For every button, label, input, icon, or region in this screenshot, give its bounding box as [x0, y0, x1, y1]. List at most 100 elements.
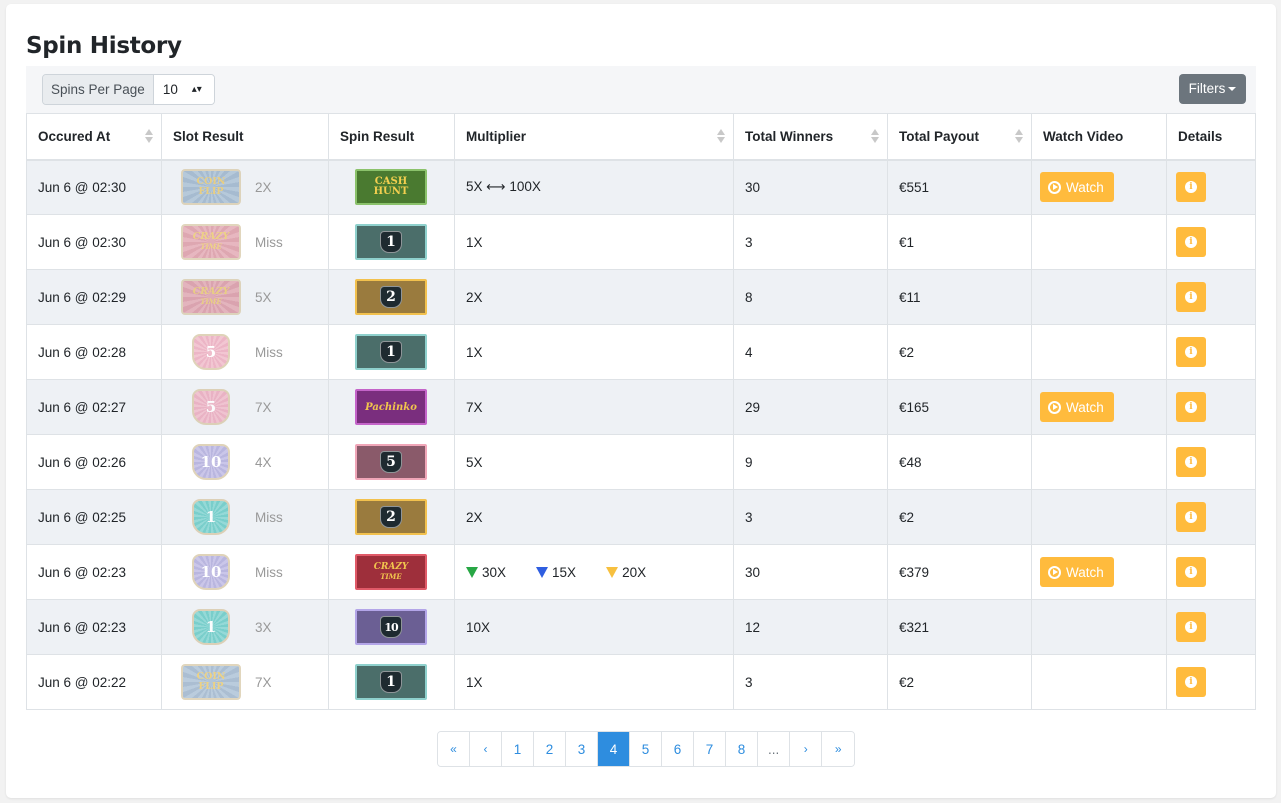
details-cell: i: [1166, 654, 1256, 710]
first-page-button[interactable]: «: [438, 732, 470, 766]
sort-icon[interactable]: [871, 129, 879, 145]
watch-video-cell: [1031, 599, 1167, 655]
sort-icon[interactable]: [717, 129, 725, 145]
watch-button[interactable]: Watch: [1040, 557, 1114, 587]
flapper-triangle-icon: [536, 566, 549, 578]
spin-result-cell: 5: [328, 434, 455, 490]
total-winners: 3: [745, 674, 753, 690]
page-3-button[interactable]: 3: [566, 732, 598, 766]
spin-result-cell: Pachinko: [328, 379, 455, 435]
watch-video-cell: [1031, 654, 1167, 710]
sort-icon[interactable]: [1015, 129, 1023, 145]
details-cell: i: [1166, 379, 1256, 435]
number-1-slot-icon: 1: [192, 609, 230, 645]
page-1-button[interactable]: 1: [502, 732, 534, 766]
total-payout-cell: €165: [887, 379, 1032, 435]
details-button[interactable]: i: [1176, 392, 1206, 422]
occurred-at-cell: Jun 6 @ 02:25: [26, 489, 162, 545]
details-button[interactable]: i: [1176, 227, 1206, 257]
page-8-button[interactable]: 8: [726, 732, 758, 766]
page-6-button[interactable]: 6: [662, 732, 694, 766]
crazy-time-spin-icon: CRAZY TIME: [355, 554, 427, 590]
total-winners: 29: [745, 399, 761, 415]
total-winners-cell: 8: [733, 269, 888, 325]
watch-video-cell: [1031, 434, 1167, 490]
occurred-at: Jun 6 @ 02:26: [38, 454, 127, 470]
slot-number: 5: [205, 398, 217, 416]
total-payout: €551: [899, 179, 930, 195]
total-winners-cell: 29: [733, 379, 888, 435]
watch-button[interactable]: Watch: [1040, 172, 1114, 203]
header-multiplier[interactable]: Multiplier: [454, 113, 734, 161]
total-winners: 30: [745, 564, 761, 580]
total-payout-cell: €379: [887, 544, 1032, 600]
table-row: Jun 6 @ 02:23 1 3X 10 10X 12 €321 i: [26, 599, 1256, 655]
prev-page-button[interactable]: ‹: [470, 732, 502, 766]
slot-number: 1: [205, 508, 217, 526]
details-cell: i: [1166, 599, 1256, 655]
number-5-spin-icon: 5: [355, 444, 427, 480]
spin-result-cell: 2: [328, 269, 455, 325]
watch-video-cell: Watch: [1031, 159, 1167, 215]
spin-result-cell: 1: [328, 324, 455, 380]
total-winners-cell: 30: [733, 544, 888, 600]
page-5-button[interactable]: 5: [630, 732, 662, 766]
number-1-slot-icon: 1: [192, 499, 230, 535]
slot-result-text: Miss: [255, 564, 283, 580]
page-2-button[interactable]: 2: [534, 732, 566, 766]
spins-per-page-select[interactable]: 10 ▴▾: [153, 75, 214, 104]
details-button[interactable]: i: [1176, 667, 1206, 697]
details-button[interactable]: i: [1176, 612, 1206, 642]
header-occured-at[interactable]: Occured At: [26, 113, 162, 161]
details-button[interactable]: i: [1176, 282, 1206, 312]
caret-down-icon: [1228, 87, 1237, 92]
occurred-at: Jun 6 @ 02:23: [38, 619, 127, 635]
occurred-at: Jun 6 @ 02:30: [38, 179, 127, 195]
spin-number: 1: [380, 341, 402, 363]
ellipsis-button: ...: [758, 732, 791, 766]
filters-button[interactable]: Filters: [1179, 74, 1246, 104]
slot-result-cell: 1 Miss: [161, 489, 329, 545]
total-payout: €379: [899, 564, 930, 580]
next-page-button[interactable]: ›: [790, 732, 823, 766]
details-cell: i: [1166, 269, 1256, 325]
page-7-button[interactable]: 7: [694, 732, 726, 766]
multiplier-value: 2X: [466, 289, 483, 305]
header-details: Details: [1166, 113, 1256, 161]
spin-number: 10: [380, 616, 402, 638]
number-1-spin-icon: 1: [355, 334, 427, 370]
details-button[interactable]: i: [1176, 337, 1206, 367]
watch-video-cell: Watch: [1031, 379, 1167, 435]
occurred-at: Jun 6 @ 02:28: [38, 344, 127, 360]
header-label: Slot Result: [173, 128, 244, 144]
spin-number: 1: [380, 671, 402, 693]
total-winners-cell: 4: [733, 324, 888, 380]
slot-result-text: Miss: [255, 344, 283, 360]
details-button[interactable]: i: [1176, 447, 1206, 477]
header-label: Watch Video: [1043, 128, 1124, 144]
watch-video-cell: [1031, 324, 1167, 380]
number-10-slot-icon: 10: [192, 444, 230, 480]
total-payout: €2: [899, 674, 915, 690]
watch-button[interactable]: Watch: [1040, 392, 1114, 422]
details-button[interactable]: i: [1176, 502, 1206, 532]
occurred-at-cell: Jun 6 @ 02:29: [26, 269, 162, 325]
details-button[interactable]: i: [1176, 172, 1206, 203]
spins-per-page-control: Spins Per Page 10 ▴▾: [42, 74, 215, 105]
header-total-winners[interactable]: Total Winners: [733, 113, 888, 161]
slot-result-text: 7X: [255, 674, 272, 690]
sort-icon[interactable]: [145, 129, 153, 145]
page-4-button[interactable]: 4: [598, 732, 630, 766]
bonus-value: 15X: [552, 564, 577, 580]
info-icon: i: [1185, 236, 1197, 248]
select-arrows-icon: ▴▾: [191, 84, 202, 95]
header-total-payout[interactable]: Total Payout: [887, 113, 1032, 161]
total-winners-cell: 3: [733, 489, 888, 545]
occurred-at-cell: Jun 6 @ 02:23: [26, 599, 162, 655]
total-payout-cell: €48: [887, 434, 1032, 490]
multiplier-cell: 5X: [454, 434, 734, 490]
number-10-slot-icon: 10: [192, 554, 230, 590]
number-5-slot-icon: 5: [192, 334, 230, 370]
details-button[interactable]: i: [1176, 557, 1206, 587]
last-page-button[interactable]: »: [822, 732, 855, 766]
